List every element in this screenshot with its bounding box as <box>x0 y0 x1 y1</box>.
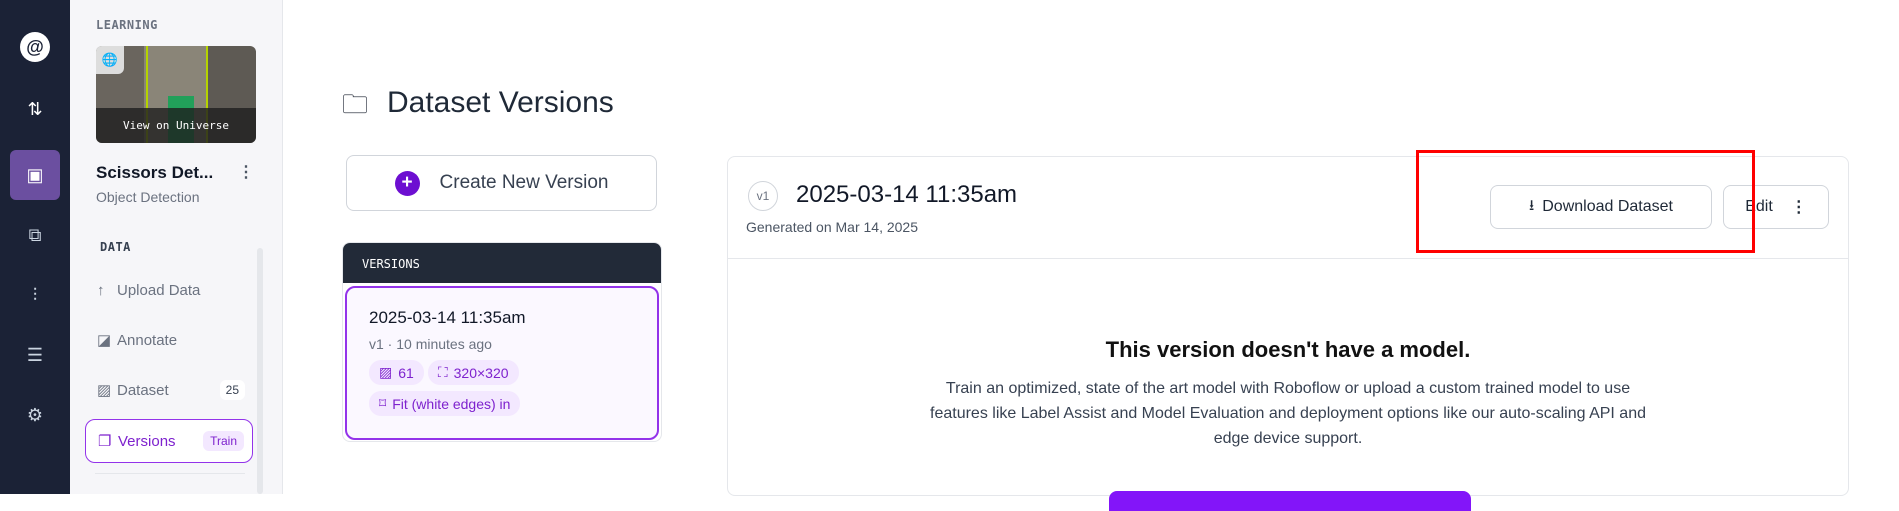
nav-annotate[interactable]: ◪ Annotate <box>85 318 253 362</box>
empty-state-text: Train an optimized, state of the art mod… <box>930 380 1646 447</box>
section-learning: LEARNING <box>96 18 158 32</box>
create-label: Create New Version <box>439 172 609 193</box>
folder-icon: 🗀 <box>342 89 369 119</box>
project-type: Object Detection <box>96 189 200 205</box>
dataset-count: 25 <box>219 380 245 400</box>
create-new-version-button[interactable]: + Create New Version <box>346 155 657 211</box>
analytics-icon[interactable]: ⫶ <box>10 270 60 320</box>
annotate-icon: ◪ <box>97 332 112 349</box>
project-menu-icon[interactable]: ⋮ <box>238 162 254 182</box>
nav-upload-data[interactable]: ↑ Upload Data <box>85 268 253 312</box>
plus-icon: + <box>394 170 420 196</box>
universe-thumbnail[interactable]: 🌐 View on Universe <box>96 46 256 143</box>
generated-date: Generated on Mar 14, 2025 <box>746 219 919 235</box>
chip-label: 320×320 <box>453 364 509 381</box>
image-count-chip: ▨ 61 <box>369 360 424 385</box>
highlight-box <box>1416 150 1755 253</box>
nav-dataset[interactable]: ▨ Dataset 25 <box>85 368 253 412</box>
versions-list: VERSIONS 2025-03-14 11:35am v1 · 10 minu… <box>342 242 662 442</box>
divider <box>95 473 245 474</box>
nav-versions[interactable]: ❐ Versions Train <box>85 419 253 463</box>
chip-label: Fit (white edges) in <box>392 395 511 412</box>
versions-icon: ❐ <box>98 433 112 450</box>
nav-label: Versions <box>118 432 176 450</box>
chip-label: 61 <box>398 364 414 381</box>
section-data: DATA <box>100 240 131 254</box>
upload-icon: ↑ <box>97 281 105 299</box>
resize-chip: ⌑ Fit (white edges) in <box>369 391 521 416</box>
version-meta: v1 · 10 minutes ago <box>369 336 492 352</box>
upload-download-icon[interactable]: ⇅ <box>10 84 60 134</box>
train-badge: Train <box>203 431 244 451</box>
image-icon: ▨ <box>379 364 393 380</box>
version-badge: v1 <box>748 181 778 211</box>
nav-label: Annotate <box>117 331 178 349</box>
versions-header: VERSIONS <box>343 243 661 283</box>
version-title: 2025-03-14 11:35am <box>369 308 526 327</box>
size-chip: ⛶ 320×320 <box>427 360 519 385</box>
storage-icon[interactable]: ☰ <box>10 330 60 380</box>
empty-state-title: This version doesn't have a model. <box>1105 337 1471 362</box>
crop-icon: ⌑ <box>379 395 387 411</box>
train-model-button[interactable] <box>1109 491 1471 511</box>
globe-icon: 🌐 <box>96 46 124 74</box>
project-name: Scissors Det... <box>96 163 214 182</box>
more-options-icon[interactable]: ⋮ <box>1791 197 1807 217</box>
nav-label: Upload Data <box>117 281 201 299</box>
logo-icon[interactable]: @ <box>10 22 60 72</box>
version-heading: 2025-03-14 11:35am <box>796 181 1018 208</box>
project-sidebar: LEARNING 🌐 View on Universe Scissors Det… <box>70 0 283 494</box>
resize-icon: ⛶ <box>437 364 448 380</box>
sidebar-scrollbar[interactable] <box>257 248 263 494</box>
data-icon[interactable]: ▣ <box>10 150 60 200</box>
divider <box>728 258 1848 259</box>
icon-rail: @ ⇅ ▣ ⧉ ⫶ ☰ ⚙ <box>0 0 70 494</box>
nav-label: Dataset <box>117 381 169 399</box>
workflow-icon[interactable]: ⧉ <box>10 210 60 260</box>
view-on-universe[interactable]: View on Universe <box>96 108 256 143</box>
page-title: Dataset Versions <box>387 86 614 119</box>
version-item[interactable]: 2025-03-14 11:35am v1 · 10 minutes ago ▨… <box>345 286 659 440</box>
settings-icon[interactable]: ⚙ <box>10 390 60 440</box>
images-icon: ▨ <box>97 382 112 399</box>
